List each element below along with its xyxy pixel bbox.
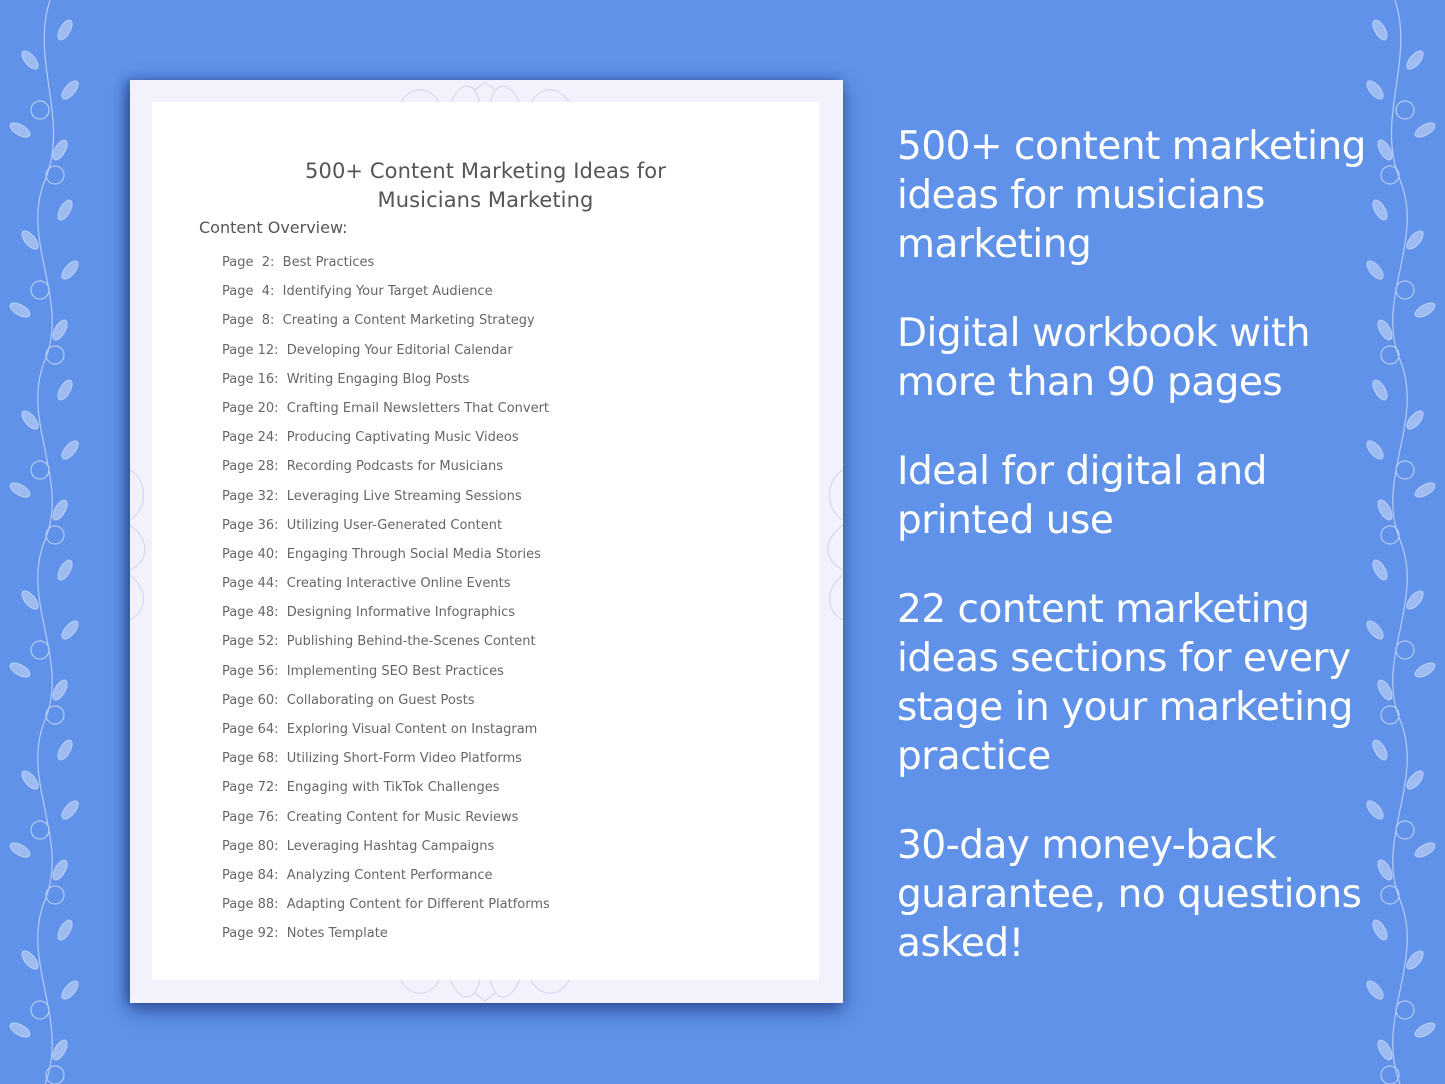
toc-page-number: Page 28: [222, 459, 279, 475]
toc-page-number: Page 60: [222, 692, 279, 708]
toc-entry: Page 48: Designing Informative Infograph… [222, 605, 550, 634]
toc-section-title: Collaborating on Guest Posts [286, 692, 475, 708]
toc-entry: Page 88: Adapting Content for Different … [222, 897, 550, 926]
toc-section-title: Leveraging Hashtag Campaigns [286, 838, 495, 854]
toc-section-title: Writing Engaging Blog Posts [286, 371, 470, 387]
toc-entry: Page 20: Crafting Email Newsletters That… [222, 401, 550, 430]
toc-page-number: Page 84: [222, 867, 279, 883]
mandala-left-decoration [130, 469, 146, 621]
toc-page-number: Page 72: [222, 780, 279, 796]
toc-page-number: Page 88: [222, 897, 279, 913]
mandala-top-decoration [399, 81, 571, 104]
toc-page-number: Page 64: [222, 722, 279, 737]
mandala-right-decoration [827, 469, 843, 621]
toc-section-title: Utilizing User-Generated Content [286, 517, 503, 533]
toc-entry: Page 68: Utilizing Short-Form Video Plat… [222, 751, 550, 780]
toc-entry: Page 60: Collaborating on Guest Posts [222, 693, 550, 722]
toc-section-title: Engaging with TikTok Challenges [286, 780, 500, 796]
toc-section-title: Engaging Through Social Media Stories [286, 546, 541, 562]
toc-entry: Page 40: Engaging Through Social Media S… [222, 547, 550, 576]
toc-section-title: Designing Informative Infographics [286, 605, 515, 621]
mandala-bottom-decoration [399, 979, 571, 1002]
toc-section-title: Producing Captivating Music Videos [286, 430, 519, 446]
toc-page-number: Page 48: [222, 605, 279, 621]
toc-page-number: Page 32: [222, 488, 279, 504]
toc-page-number: Page 2: [222, 255, 275, 270]
toc-entry: Page 28: Recording Podcasts for Musician… [222, 459, 550, 488]
toc-entry: Page 2: Best Practices [222, 255, 550, 284]
feature-list: 500+ content marketing ideas for musicia… [897, 122, 1367, 1008]
toc-section-title: Publishing Behind-the-Scenes Content [286, 634, 536, 650]
toc-page-number: Page 4: [222, 284, 275, 300]
content-overview-heading: Content Overview: [199, 218, 348, 237]
toc-page-number: Page 68: [222, 751, 279, 767]
feature-item: Ideal for digital and printed use [897, 449, 1267, 543]
feature-item: 22 content marketing ideas sections for … [897, 587, 1353, 779]
toc-entry: Page 84: Analyzing Content Performance [222, 868, 550, 897]
toc-entry: Page 36: Utilizing User-Generated Conten… [222, 518, 550, 547]
toc-section-title: Adapting Content for Different Platforms [286, 897, 550, 913]
toc-entry: Page 52: Publishing Behind-the-Scenes Co… [222, 634, 550, 663]
toc-page-number: Page 44: [222, 576, 279, 592]
table-of-contents: Page 2: Best Practices Page 4: Identifyin… [222, 255, 550, 956]
toc-entry: Page 64: Exploring Visual Content on Ins… [222, 722, 550, 751]
page-content: 500+ Content Marketing Ideas for Musicia… [152, 102, 819, 980]
toc-section-title: Notes Template [286, 926, 388, 942]
toc-page-number: Page 76: [222, 809, 279, 825]
toc-entry: Page 76: Creating Content for Music Revi… [222, 810, 550, 839]
toc-entry: Page 80: Leveraging Hashtag Campaigns [222, 839, 550, 868]
toc-section-title: Recording Podcasts for Musicians [286, 459, 504, 475]
toc-page-number: Page 80: [222, 838, 279, 854]
toc-page-number: Page 16: [222, 371, 279, 387]
toc-page-number: Page 56: [222, 663, 279, 679]
document-title-line-1: 500+ Content Marketing Ideas for [305, 159, 666, 183]
workbook-page-preview: 500+ Content Marketing Ideas for Musicia… [130, 80, 843, 1003]
feature-item: 500+ content marketing ideas for musicia… [897, 124, 1366, 267]
toc-section-title: Developing Your Editorial Calendar [286, 342, 513, 358]
toc-section-title: Leveraging Live Streaming Sessions [286, 488, 522, 504]
toc-entry: Page 72: Engaging with TikTok Challenges [222, 780, 550, 809]
toc-section-title: Analyzing Content Performance [286, 867, 493, 883]
toc-page-number: Page 8: [222, 313, 275, 329]
toc-page-number: Page 20: [222, 400, 279, 416]
document-title: 500+ Content Marketing Ideas for Musicia… [152, 157, 819, 215]
toc-page-number: Page 92: [222, 926, 279, 942]
toc-page-number: Page 12: [222, 342, 279, 358]
toc-entry: Page 24: Producing Captivating Music Vid… [222, 430, 550, 459]
toc-section-title: Identifying Your Target Audience [282, 284, 493, 300]
toc-entry: Page 16: Writing Engaging Blog Posts [222, 372, 550, 401]
toc-page-number: Page 40: [222, 546, 279, 562]
toc-entry: Page 44: Creating Interactive Online Eve… [222, 576, 550, 605]
toc-entry: Page 92: Notes Template [222, 926, 550, 955]
toc-entry: Page 8: Creating a Content Marketing Str… [222, 313, 550, 342]
toc-entry: Page 32: Leveraging Live Streaming Sessi… [222, 489, 550, 518]
toc-section-title: Best Practices [282, 255, 375, 270]
feature-item: Digital workbook with more than 90 pages [897, 311, 1310, 405]
floral-vine-left-decoration [7, 0, 82, 1084]
toc-page-number: Page 24: [222, 430, 279, 446]
toc-entry: Page 12: Developing Your Editorial Calen… [222, 343, 550, 372]
toc-entry: Page 56: Implementing SEO Best Practices [222, 664, 550, 693]
toc-section-title: Implementing SEO Best Practices [286, 663, 504, 679]
toc-section-title: Creating a Content Marketing Strategy [282, 313, 535, 329]
toc-section-title: Crafting Email Newsletters That Convert [286, 400, 550, 416]
document-title-line-2: Musicians Marketing [377, 188, 594, 212]
feature-item: 30-day money-back guarantee, no question… [897, 823, 1362, 966]
toc-section-title: Exploring Visual Content on Instagram [286, 722, 538, 737]
toc-page-number: Page 52: [222, 634, 279, 650]
toc-entry: Page 4: Identifying Your Target Audience [222, 284, 550, 313]
toc-section-title: Creating Content for Music Reviews [286, 809, 519, 825]
toc-section-title: Creating Interactive Online Events [286, 576, 511, 592]
toc-section-title: Utilizing Short-Form Video Platforms [286, 751, 522, 767]
toc-page-number: Page 36: [222, 517, 279, 533]
